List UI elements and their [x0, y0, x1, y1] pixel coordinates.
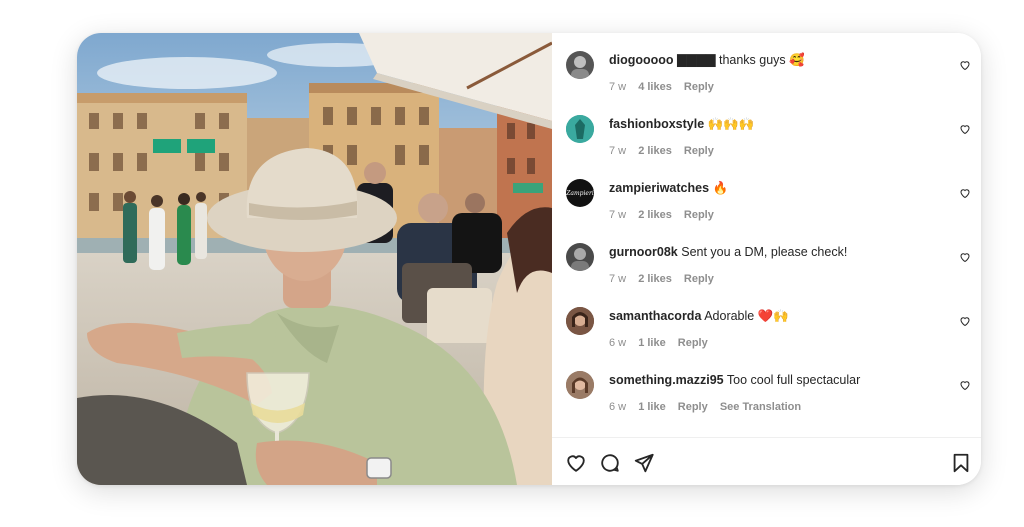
avatar[interactable] — [566, 243, 594, 271]
small-heart-icon[interactable] — [959, 379, 971, 391]
avatar[interactable] — [566, 115, 594, 143]
comment-text-line: diogooooo ▇▇▇▇ thanks guys 🥰 — [609, 52, 949, 68]
comment-age: 7 w — [609, 145, 627, 157]
comment-text-line: zampieriwatches 🔥 — [609, 180, 949, 196]
avatar[interactable]: Zampieri — [566, 179, 594, 207]
bookmark-icon[interactable] — [950, 452, 972, 474]
post-photo[interactable] — [77, 33, 552, 485]
comment-text-line: fashionboxstyle 🙌🙌🙌 — [609, 116, 949, 132]
comment-likes[interactable]: 4 likes — [638, 81, 672, 93]
avatar-image — [566, 307, 594, 335]
comment-username[interactable]: zampieriwatches — [609, 181, 709, 195]
reply-button[interactable]: Reply — [684, 209, 714, 221]
instagram-post-card: diogooooo ▇▇▇▇ thanks guys 🥰 7 w 4 likes… — [77, 33, 981, 485]
comment-item: something.mazzi95 Too cool full spectacu… — [552, 353, 981, 417]
comment-body: Too cool full spectacular — [726, 373, 861, 387]
avatar-image — [566, 371, 594, 399]
comment-text-line: something.mazzi95 Too cool full spectacu… — [609, 372, 949, 388]
comment-meta: 7 w 2 likes Reply — [609, 209, 723, 221]
comment-item: gurnoor08k Sent you a DM, please check! … — [552, 225, 981, 289]
comment-item: samanthacorda Adorable ❤️🙌 6 w 1 like Re… — [552, 289, 981, 353]
comment-text-line: samanthacorda Adorable ❤️🙌 — [609, 308, 949, 324]
comment-body: Adorable ❤️🙌 — [704, 309, 789, 323]
comment-age: 7 w — [609, 209, 627, 221]
small-heart-icon[interactable] — [959, 251, 971, 263]
reply-button[interactable]: Reply — [678, 337, 708, 349]
reply-button[interactable]: Reply — [684, 145, 714, 157]
small-heart-icon[interactable] — [959, 187, 971, 199]
comment-likes[interactable]: 2 likes — [638, 209, 672, 221]
comment-likes[interactable]: 1 like — [638, 337, 666, 349]
comment-text-line: gurnoor08k Sent you a DM, please check! — [609, 244, 949, 260]
comment-username[interactable]: diogooooo — [609, 53, 674, 67]
comments-list: diogooooo ▇▇▇▇ thanks guys 🥰 7 w 4 likes… — [552, 33, 981, 437]
comment-username[interactable]: fashionboxstyle — [609, 117, 704, 131]
comment-age: 7 w — [609, 81, 627, 93]
avatar[interactable] — [566, 51, 594, 79]
comment-age: 6 w — [609, 337, 627, 349]
comment-icon[interactable] — [599, 452, 621, 474]
comment-body: 🔥 — [712, 181, 729, 195]
post-photo-illustration — [77, 33, 552, 485]
comment-body: ▇▇▇▇ thanks guys 🥰 — [677, 53, 805, 67]
comments-panel: diogooooo ▇▇▇▇ thanks guys 🥰 7 w 4 likes… — [552, 33, 981, 485]
comment-item: diogooooo ▇▇▇▇ thanks guys 🥰 7 w 4 likes… — [552, 33, 981, 97]
small-heart-icon[interactable] — [959, 123, 971, 135]
avatar[interactable] — [566, 307, 594, 335]
small-heart-icon[interactable] — [959, 59, 971, 71]
comment-item: fashionboxstyle 🙌🙌🙌 7 w 2 likes Reply — [552, 97, 981, 161]
comment-meta: 7 w 4 likes Reply — [609, 81, 723, 93]
comment-likes[interactable]: 1 like — [638, 401, 666, 413]
reply-button[interactable]: Reply — [684, 273, 714, 285]
post-action-bar — [552, 437, 981, 485]
comment-meta: 6 w 1 like Reply — [609, 337, 717, 349]
comment-body: 🙌🙌🙌 — [707, 117, 755, 131]
paper-plane-icon[interactable] — [633, 452, 655, 474]
avatar-image — [566, 115, 594, 143]
comment-body: Sent you a DM, please check! — [681, 245, 848, 259]
comment-username[interactable]: something.mazzi95 — [609, 373, 724, 387]
small-heart-icon[interactable] — [959, 315, 971, 327]
comment-age: 7 w — [609, 273, 627, 285]
avatar-logo-text: Zampieri — [566, 189, 594, 197]
comment-meta: 6 w 1 like Reply See Translation — [609, 401, 810, 413]
comment-meta: 7 w 2 likes Reply — [609, 273, 723, 285]
comment-username[interactable]: samanthacorda — [609, 309, 701, 323]
avatar[interactable] — [566, 371, 594, 399]
comment-likes[interactable]: 2 likes — [638, 145, 672, 157]
see-translation-link[interactable]: See Translation — [720, 401, 801, 413]
comment-likes[interactable]: 2 likes — [638, 273, 672, 285]
avatar-image — [571, 56, 589, 79]
avatar-image — [571, 248, 589, 271]
comment-age: 6 w — [609, 401, 627, 413]
heart-icon[interactable] — [565, 452, 587, 474]
comment-meta: 7 w 2 likes Reply — [609, 145, 723, 157]
reply-button[interactable]: Reply — [684, 81, 714, 93]
reply-button[interactable]: Reply — [678, 401, 708, 413]
comment-username[interactable]: gurnoor08k — [609, 245, 678, 259]
comment-item: Zampieri zampieriwatches 🔥 7 w 2 likes R… — [552, 161, 981, 225]
